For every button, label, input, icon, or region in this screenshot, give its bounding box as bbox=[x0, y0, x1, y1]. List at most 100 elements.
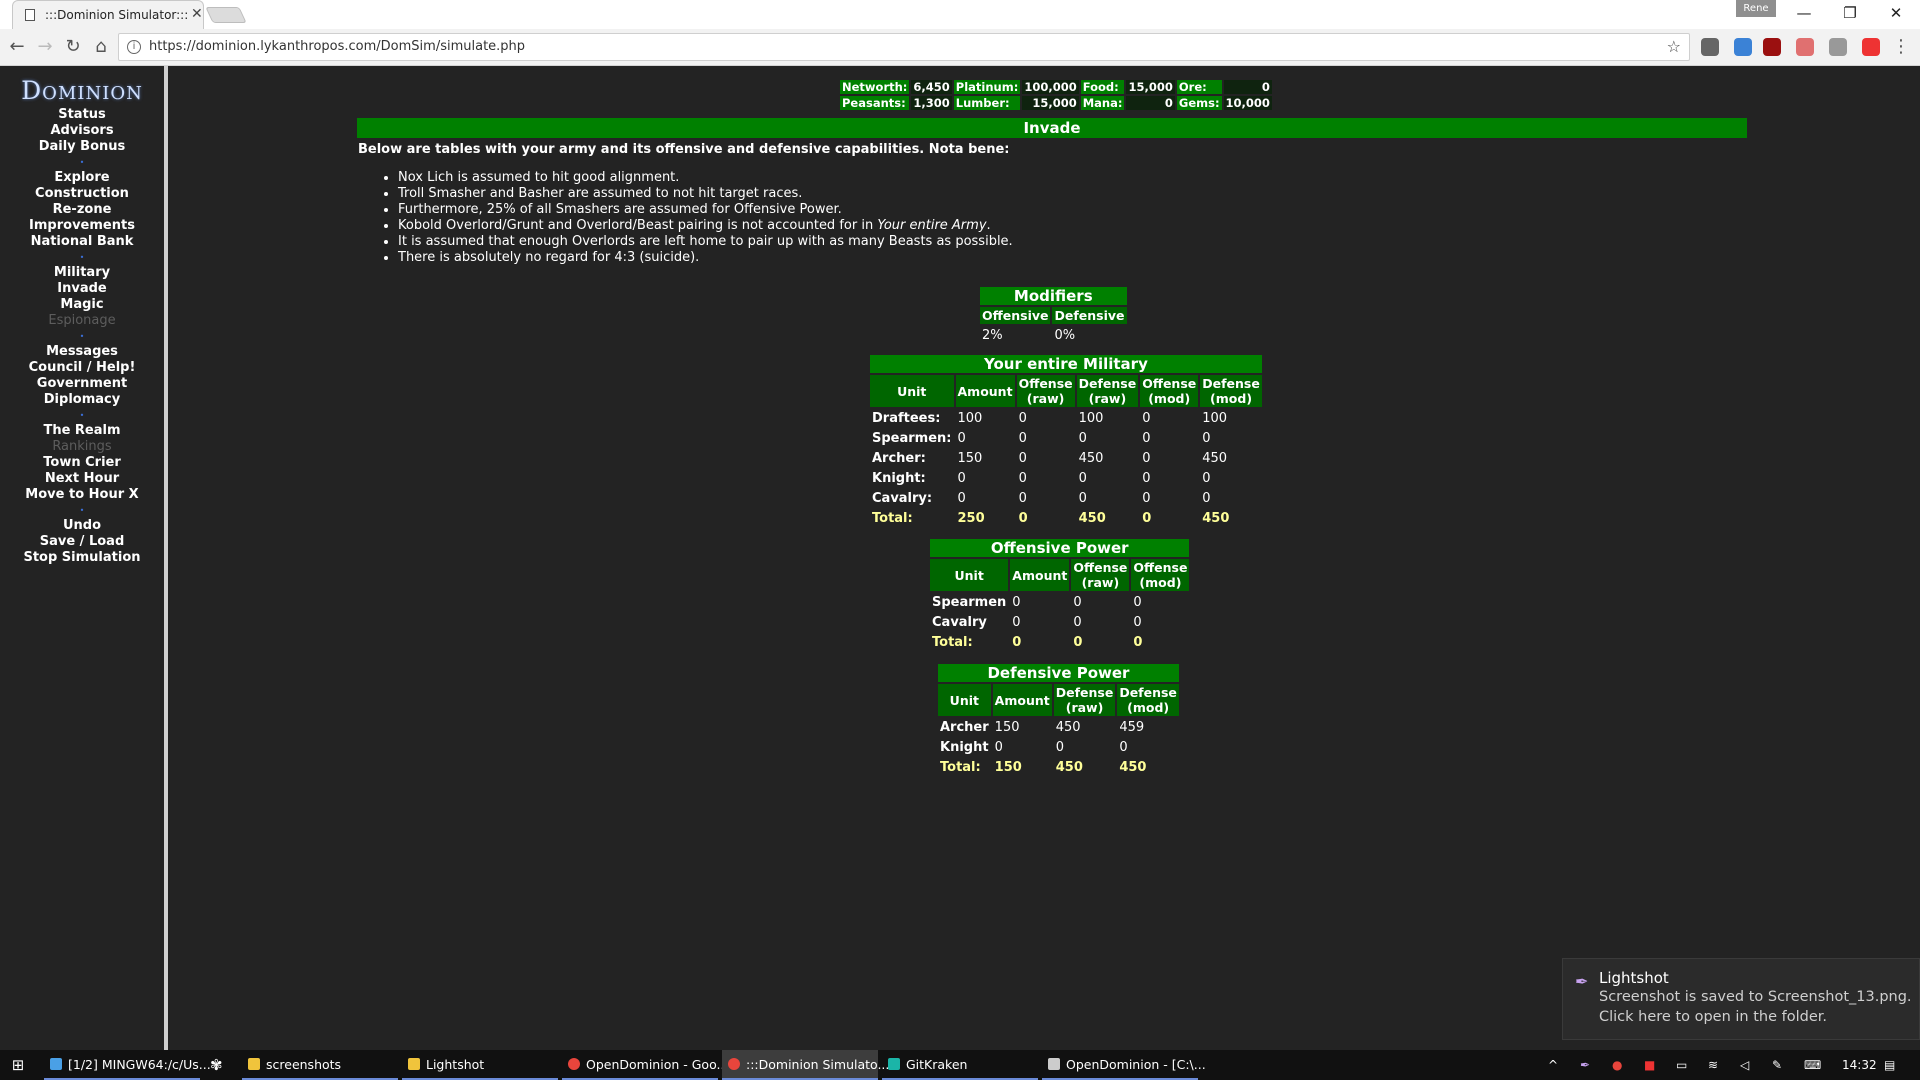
windows-taskbar: ⊞ [1/2] MINGW64:/c/Us... ✾ screenshots L… bbox=[0, 1050, 1920, 1080]
table-row: Draftees: 100 0 100 0 100 bbox=[870, 409, 1262, 427]
url-text[interactable]: https://dominion.lykanthropos.com/DomSim… bbox=[149, 39, 525, 54]
tray-lightshot-icon[interactable]: ✒ bbox=[1580, 1050, 1590, 1080]
military-table: Your entire Military Unit Amount Offense… bbox=[868, 353, 1264, 529]
minimize-button[interactable]: — bbox=[1784, 2, 1824, 24]
dominion-logo[interactable]: Dominion bbox=[0, 76, 164, 105]
close-tab-icon[interactable]: ✕ bbox=[191, 6, 203, 22]
lightshot-notification[interactable]: ✒ Lightshot Screenshot is saved to Scree… bbox=[1562, 958, 1920, 1040]
taskbar-item-phpstorm[interactable]: OpenDominion - [C:\... bbox=[1042, 1050, 1206, 1080]
platinum-label: Platinum: bbox=[953, 80, 1021, 94]
list-item: Furthermore, 25% of all Smashers are ass… bbox=[398, 202, 1013, 218]
address-bar[interactable]: i https://dominion.lykanthropos.com/DomS… bbox=[118, 33, 1690, 61]
taskbar-item-terminal[interactable]: [1/2] MINGW64:/c/Us... bbox=[44, 1050, 211, 1080]
tray-volume-icon[interactable]: ◁ bbox=[1740, 1050, 1749, 1080]
back-icon[interactable]: ← bbox=[6, 36, 28, 58]
nav-stop-simulation[interactable]: Stop Simulation bbox=[0, 550, 164, 566]
bookmark-star-icon[interactable]: ☆ bbox=[1667, 37, 1681, 56]
nav-status[interactable]: Status bbox=[0, 107, 164, 123]
ublock-icon[interactable] bbox=[1763, 38, 1781, 56]
nav-rezone[interactable]: Re-zone bbox=[0, 202, 164, 218]
nav-diplomacy[interactable]: Diplomacy bbox=[0, 392, 164, 408]
taskbar-item-chrome-opendominion[interactable]: OpenDominion - Goo... bbox=[562, 1050, 728, 1080]
nav-next-hour[interactable]: Next Hour bbox=[0, 471, 164, 487]
notification-action[interactable]: Click here to open in the folder. bbox=[1599, 1009, 1827, 1025]
nav-save-load[interactable]: Save / Load bbox=[0, 534, 164, 550]
total-row: Total: 0 0 0 bbox=[930, 633, 1189, 651]
nav-magic[interactable]: Magic bbox=[0, 297, 164, 313]
cell: 150 bbox=[957, 450, 983, 466]
close-window-button[interactable]: ✕ bbox=[1876, 2, 1916, 24]
pinned-app-icon[interactable]: ✾ bbox=[210, 1050, 223, 1080]
browser-tab[interactable]: :::Dominion Simulator::: ✕ bbox=[12, 0, 204, 29]
list-item: It is assumed that enough Overlords are … bbox=[398, 234, 1013, 250]
profile-badge[interactable]: Rene bbox=[1736, 0, 1776, 17]
taskbar-item-gitkraken[interactable]: GitKraken bbox=[882, 1050, 1038, 1080]
nav-move-to-hour[interactable]: Move to Hour X bbox=[0, 487, 164, 503]
taskbar-item-lightshot[interactable]: Lightshot bbox=[402, 1050, 558, 1080]
extension-grey-icon[interactable] bbox=[1829, 38, 1847, 56]
ore-label: Ore: bbox=[1176, 80, 1222, 94]
table-row: Spearmen: 0 0 0 0 0 bbox=[870, 429, 1262, 447]
tray-keyboard-icon[interactable]: ⌨ bbox=[1804, 1050, 1821, 1080]
nav-daily-bonus[interactable]: Daily Bonus bbox=[0, 139, 164, 155]
column-header: Amount bbox=[1010, 559, 1070, 591]
food-label: Food: bbox=[1080, 80, 1125, 94]
home-icon[interactable]: ⌂ bbox=[90, 36, 112, 58]
feather-icon: ✒ bbox=[1575, 972, 1589, 991]
restore-button[interactable]: ❐ bbox=[1830, 2, 1870, 24]
forward-icon[interactable]: → bbox=[34, 36, 56, 58]
cell: 0 bbox=[1012, 634, 1022, 650]
nav-undo[interactable]: Undo bbox=[0, 518, 164, 534]
extension-shield-icon[interactable] bbox=[1862, 38, 1880, 56]
nav-government[interactable]: Government bbox=[0, 376, 164, 392]
tray-chevron-icon[interactable]: ^ bbox=[1548, 1050, 1558, 1080]
action-center-icon[interactable]: ▤ bbox=[1884, 1050, 1895, 1080]
extension-pdf-icon[interactable] bbox=[1796, 38, 1814, 56]
cell: 0 bbox=[1078, 490, 1087, 506]
nav-town-crier[interactable]: Town Crier bbox=[0, 455, 164, 471]
taskbar-item-screenshots[interactable]: screenshots bbox=[242, 1050, 398, 1080]
nav-advisors[interactable]: Advisors bbox=[0, 123, 164, 139]
tray-shield-icon[interactable]: ■ bbox=[1644, 1050, 1655, 1080]
unit-name: Spearmen bbox=[932, 594, 1007, 610]
cell: 0 bbox=[957, 490, 966, 506]
taskbar-label: :::Dominion Simulato... bbox=[746, 1057, 890, 1072]
nav-improvements[interactable]: Improvements bbox=[0, 218, 164, 234]
nav-construction[interactable]: Construction bbox=[0, 186, 164, 202]
reload-icon[interactable]: ↻ bbox=[62, 36, 84, 58]
taskbar-item-chrome-simulator[interactable]: :::Dominion Simulato... bbox=[722, 1050, 889, 1080]
cell: 0 bbox=[957, 430, 966, 446]
extension-blue-icon[interactable] bbox=[1734, 38, 1752, 56]
nav-national-bank[interactable]: National Bank bbox=[0, 234, 164, 250]
cell: 0 bbox=[1018, 410, 1027, 426]
nav-the-realm[interactable]: The Realm bbox=[0, 423, 164, 439]
nav-explore[interactable]: Explore bbox=[0, 170, 164, 186]
tray-pen-icon[interactable]: ✎ bbox=[1772, 1050, 1782, 1080]
table-row: Archer: 150 0 450 0 450 bbox=[870, 449, 1262, 467]
extension-gear-icon[interactable] bbox=[1701, 38, 1719, 56]
nav-separator: • bbox=[79, 506, 85, 515]
cell: 0 bbox=[1202, 470, 1211, 486]
cell: 450 bbox=[1202, 510, 1230, 526]
nav-military[interactable]: Military bbox=[0, 265, 164, 281]
cell: 0 bbox=[1142, 470, 1151, 486]
tray-wifi-icon[interactable]: ≋ bbox=[1708, 1050, 1718, 1080]
tray-battery-icon[interactable]: ▭ bbox=[1676, 1050, 1687, 1080]
nav-messages[interactable]: Messages bbox=[0, 344, 164, 360]
nav-council[interactable]: Council / Help! bbox=[0, 360, 164, 376]
note-text: Kobold Overlord/Grunt and Overlord/Beast… bbox=[398, 218, 878, 233]
list-item: Troll Smasher and Basher are assumed to … bbox=[398, 186, 1013, 202]
windows-start-icon[interactable]: ⊞ bbox=[0, 1050, 36, 1080]
new-tab-button[interactable] bbox=[205, 7, 247, 23]
clock[interactable]: 14:32 bbox=[1842, 1050, 1877, 1080]
nav-invade[interactable]: Invade bbox=[0, 281, 164, 297]
column-header: Offense (raw) bbox=[1016, 375, 1075, 407]
taskbar-label: OpenDominion - [C:\... bbox=[1066, 1057, 1206, 1072]
tray-app-icon[interactable]: ● bbox=[1612, 1050, 1622, 1080]
column-header: Defense (raw) bbox=[1076, 375, 1139, 407]
phpstorm-icon bbox=[1048, 1058, 1060, 1070]
nav-separator: • bbox=[79, 158, 85, 167]
cell: 0 bbox=[1055, 739, 1065, 755]
chrome-menu-icon[interactable]: ⋮ bbox=[1890, 36, 1912, 58]
info-icon[interactable]: i bbox=[127, 40, 141, 54]
